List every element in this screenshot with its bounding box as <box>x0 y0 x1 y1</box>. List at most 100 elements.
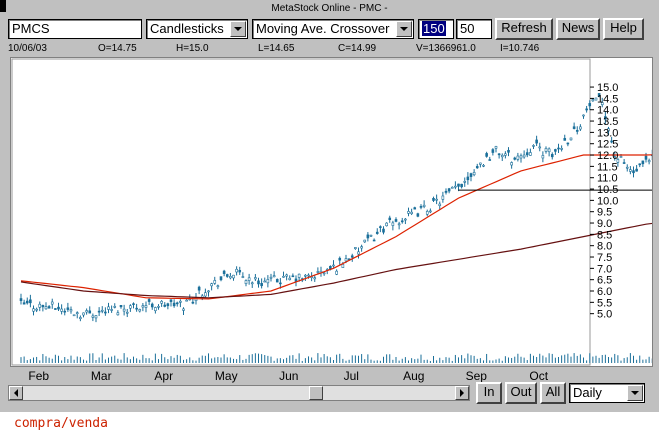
candle-body <box>19 298 23 301</box>
candle-body <box>522 154 526 158</box>
footer-link[interactable]: compra/venda <box>14 416 108 431</box>
chart-style-value: Candlesticks <box>150 21 224 36</box>
candle-body <box>400 220 404 223</box>
candle-body <box>94 315 98 319</box>
candle-body <box>179 300 182 303</box>
candle-body <box>144 305 148 308</box>
interval-value: Daily <box>573 385 602 400</box>
candle-body <box>588 103 592 107</box>
zoom-in-button[interactable]: In <box>476 382 502 404</box>
candle-body <box>210 283 213 287</box>
candle-body <box>241 276 245 278</box>
candle-body <box>207 290 210 293</box>
chart-panel[interactable]: 5.0 5.5 6.0 6.5 7.0 7.5 8.0 8.5 9.0 9.5 10.0 10.5 11… <box>10 57 653 367</box>
candle-body <box>450 186 454 189</box>
candle-body <box>560 148 563 150</box>
candle-body <box>172 302 176 307</box>
quote-volume: V=1366961.0 <box>416 43 476 54</box>
candle-body <box>638 163 642 166</box>
quote-low: L=14.65 <box>258 43 295 54</box>
candle-body <box>222 270 226 274</box>
y-tick-label: 10.0 <box>597 195 618 207</box>
window-title: MetaStock Online - PMC - <box>271 3 388 14</box>
scroll-right-arrow-icon[interactable] <box>455 386 469 400</box>
symbol-input[interactable]: PMCS <box>8 19 142 39</box>
indicator-select[interactable]: Moving Ave. Crossover <box>252 19 414 39</box>
y-tick-label: 11.5 <box>597 161 618 173</box>
period-2-input[interactable]: 50 <box>456 19 492 39</box>
candle-body <box>182 308 185 311</box>
candle-body <box>22 302 26 305</box>
candle-body <box>147 299 151 302</box>
horizontal-scrollbar[interactable] <box>8 385 470 401</box>
refresh-button[interactable]: Refresh <box>495 18 553 40</box>
zoom-out-button[interactable]: Out <box>505 382 537 404</box>
candle-body <box>113 306 117 308</box>
candle-body <box>138 309 142 312</box>
candle-body <box>335 270 338 275</box>
candle-body <box>79 317 82 319</box>
chart-style-select[interactable]: Candlesticks <box>146 19 248 39</box>
candle-body <box>413 207 417 210</box>
candle-body <box>425 211 429 215</box>
candle-body <box>457 183 460 187</box>
candle-body <box>529 152 532 156</box>
quote-close: C=14.99 <box>338 43 377 54</box>
candle-body <box>366 234 370 239</box>
zoom-all-button[interactable]: All <box>540 382 566 404</box>
candle-body <box>304 274 307 277</box>
candle-body <box>460 183 463 188</box>
chevron-down-icon[interactable] <box>230 21 246 37</box>
candle-body <box>422 204 426 207</box>
candle-body <box>107 306 110 310</box>
candle-body <box>29 299 32 304</box>
candle-body <box>632 170 635 174</box>
candle-body <box>116 312 120 316</box>
candle-body <box>497 153 501 156</box>
candle-body <box>66 307 70 310</box>
candle-body <box>288 277 292 280</box>
candle-body <box>250 282 254 285</box>
interval-select[interactable]: Daily <box>569 383 645 403</box>
candle-body <box>407 211 410 214</box>
candle-body <box>544 148 548 152</box>
candle-body <box>375 231 379 234</box>
y-tick-label: 7.0 <box>597 263 612 275</box>
candle-body <box>338 257 342 261</box>
candle-body <box>416 213 420 217</box>
x-tick-label: Sep <box>466 369 488 383</box>
candle-body <box>150 303 154 308</box>
candle-body <box>644 155 648 160</box>
x-tick-label: Apr <box>154 369 173 383</box>
candle-body <box>360 246 363 249</box>
scroll-left-arrow-icon[interactable] <box>9 386 23 400</box>
candle-body <box>513 157 517 160</box>
x-tick-label: Jun <box>279 369 298 383</box>
candle-body <box>47 306 51 309</box>
quote-open: O=14.75 <box>98 43 137 54</box>
candle-body <box>538 146 542 149</box>
candle-body <box>369 234 373 237</box>
candle-body <box>475 166 479 169</box>
chevron-down-icon[interactable] <box>627 385 643 401</box>
candle-body <box>507 149 510 153</box>
y-tick-label: 6.5 <box>597 275 612 287</box>
candle-body <box>272 275 276 278</box>
candle-body <box>85 310 88 313</box>
x-tick-label: Aug <box>403 369 424 383</box>
price-chart[interactable]: 5.05.56.06.57.07.58.08.59.09.510.010.511… <box>11 58 652 366</box>
candle-body <box>197 286 201 291</box>
y-tick-label: 9.0 <box>597 218 612 230</box>
chevron-down-icon[interactable] <box>396 21 412 37</box>
news-button[interactable]: News <box>556 18 600 40</box>
candle-body <box>254 277 257 280</box>
candle-body <box>372 239 376 242</box>
help-button[interactable]: Help <box>603 18 644 40</box>
period-1-input[interactable]: 150 <box>418 19 454 39</box>
candle-body <box>100 309 104 312</box>
candle-body <box>322 272 326 275</box>
x-tick-label: Oct <box>529 369 548 383</box>
candle-body <box>510 162 513 166</box>
scroll-thumb[interactable] <box>309 386 323 400</box>
candle-body <box>363 239 367 243</box>
